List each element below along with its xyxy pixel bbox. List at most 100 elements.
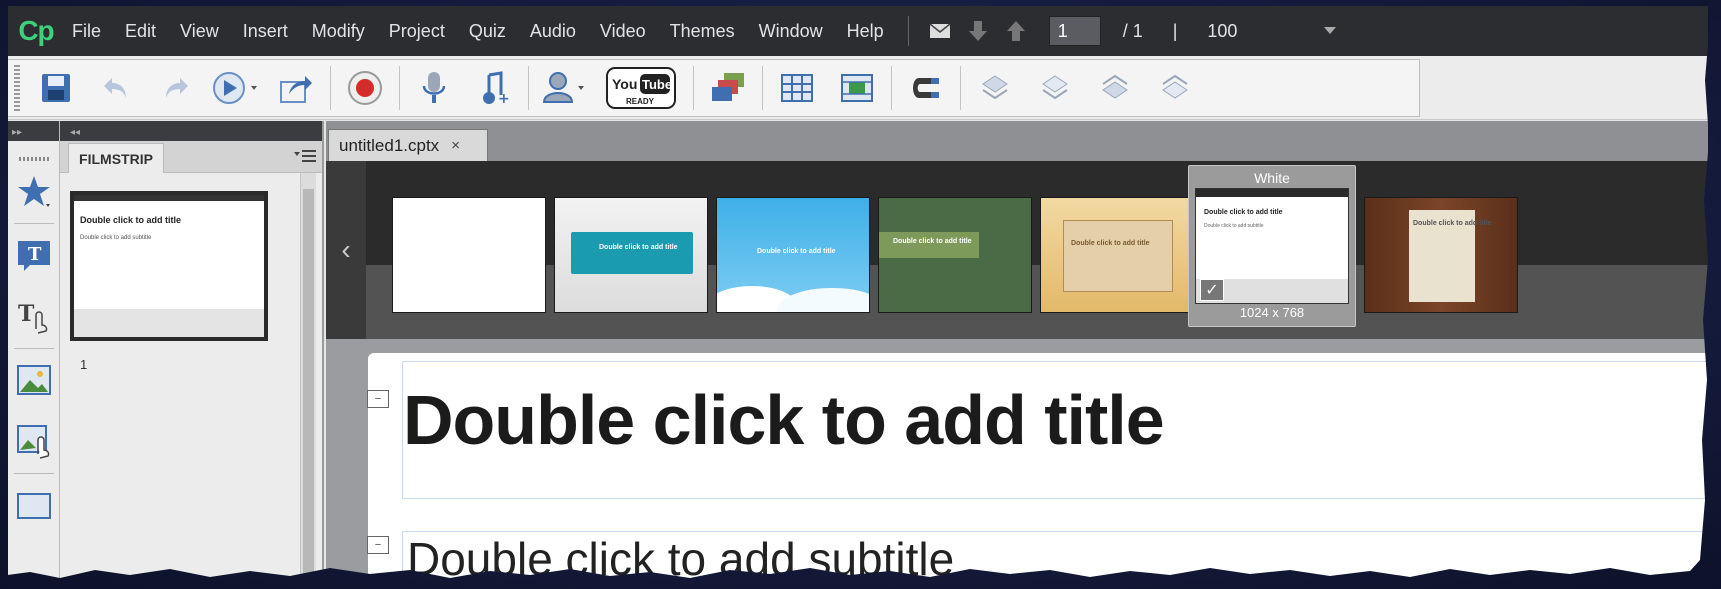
send-to-back-icon[interactable] xyxy=(1145,59,1205,117)
document-tabbar: untitled1.cptx × xyxy=(326,121,1708,161)
panel-header: ▸▸ xyxy=(8,121,59,141)
save-icon[interactable] xyxy=(26,59,86,117)
menu-audio[interactable]: Audio xyxy=(518,6,588,56)
app-logo: Cp xyxy=(18,15,54,46)
bring-forward-icon[interactable] xyxy=(1025,59,1085,117)
redo-icon[interactable] xyxy=(146,59,206,117)
table-icon[interactable] xyxy=(767,59,827,117)
slide-stage[interactable]: − Double click to add title − Double cli… xyxy=(367,353,1708,589)
text-entry-icon[interactable]: T xyxy=(8,286,60,348)
captivate-window: Cp File Edit View Insert Modify Project … xyxy=(8,6,1708,589)
collapse-icon[interactable]: − xyxy=(367,536,389,554)
menu-window[interactable]: Window xyxy=(747,6,835,56)
svg-text:▸▸: ▸▸ xyxy=(12,127,22,138)
theme-sky[interactable]: Double click to add title xyxy=(716,197,870,313)
menu-project[interactable]: Project xyxy=(377,6,457,56)
theme-teal[interactable]: Double click to add title xyxy=(554,197,708,313)
toolbar-separator xyxy=(399,65,400,110)
theme-dimensions: 1024 x 768 xyxy=(1239,305,1305,320)
character-icon[interactable] xyxy=(533,59,593,117)
toolbar-buttons: + You Tube READY xyxy=(8,58,1420,117)
arrow-down-icon[interactable] xyxy=(965,18,991,44)
svg-text:+: + xyxy=(498,91,509,105)
image-icon[interactable] xyxy=(8,349,60,411)
youtube-ready-icon[interactable]: You Tube READY xyxy=(593,59,689,117)
send-backward-icon[interactable] xyxy=(1085,59,1145,117)
menu-help[interactable]: Help xyxy=(835,6,896,56)
svg-text:T: T xyxy=(28,244,42,265)
thumbnail-title: Double click to add title xyxy=(80,215,182,225)
slides-icon[interactable] xyxy=(698,59,758,117)
svg-text:T: T xyxy=(18,301,35,327)
record-icon[interactable] xyxy=(335,59,395,117)
panel-menu-icon[interactable] xyxy=(294,149,316,163)
menu-themes[interactable]: Themes xyxy=(658,6,747,56)
theme-white-selected[interactable]: White Double click to add title Double c… xyxy=(1188,165,1356,327)
magnet-icon[interactable] xyxy=(896,59,956,117)
theme-name: White xyxy=(1254,170,1290,186)
title-text[interactable]: Double click to add title xyxy=(403,380,1165,460)
grid-layout-icon[interactable] xyxy=(827,59,887,117)
filmstrip-tabbar: FILMSTRIP xyxy=(60,141,322,173)
toolbar-separator xyxy=(528,65,529,110)
toolbar-grip[interactable] xyxy=(14,64,20,111)
slide-number: 1 xyxy=(80,357,88,372)
main-toolbar: + You Tube READY xyxy=(8,56,1708,120)
page-number-input[interactable] xyxy=(1048,16,1101,46)
envelope-icon[interactable] xyxy=(927,18,953,44)
star-shape-icon[interactable] xyxy=(8,161,60,223)
theme-blank[interactable] xyxy=(392,197,546,313)
menu-file[interactable]: File xyxy=(60,6,113,56)
menu-bar: Cp File Edit View Insert Modify Project … xyxy=(8,6,1708,56)
toolbar-separator xyxy=(960,65,961,110)
thumbnail-subtitle: Double click to add subtitle xyxy=(80,235,152,241)
preview-play-icon[interactable] xyxy=(206,59,266,117)
panel-header: ◂◂ xyxy=(60,121,322,141)
filmstrip-panel: ◂◂ FILMSTRIP Double click to add title D… xyxy=(60,121,324,589)
svg-text:Tube: Tube xyxy=(642,77,672,92)
page-total: / 1 xyxy=(1122,20,1143,41)
object-toolbar: ▸▸ T T xyxy=(8,121,60,589)
theme-wood[interactable]: Double click to add title xyxy=(1364,197,1518,313)
menu-modify[interactable]: Modify xyxy=(300,6,377,56)
checkmark-icon: ✓ xyxy=(1200,279,1224,301)
close-tab-icon[interactable]: × xyxy=(451,137,460,154)
subtitle-text[interactable]: Double click to add subtitle xyxy=(407,532,954,586)
menu-quiz[interactable]: Quiz xyxy=(457,6,518,56)
arrow-up-icon[interactable] xyxy=(1003,18,1029,44)
publish-icon[interactable] xyxy=(266,59,326,117)
text-caption-icon[interactable]: T xyxy=(8,224,60,286)
undo-icon[interactable] xyxy=(86,59,146,117)
subtitle-placeholder[interactable]: − Double click to add subtitle xyxy=(367,531,1708,589)
menu-video[interactable]: Video xyxy=(588,6,658,56)
media-icon[interactable] xyxy=(8,474,60,536)
stage-area: − Double click to add title − Double cli… xyxy=(326,339,1708,589)
toolbar-separator xyxy=(762,65,763,110)
audio-note-icon[interactable]: + xyxy=(464,59,524,117)
microphone-icon[interactable] xyxy=(404,59,464,117)
bring-to-front-icon[interactable] xyxy=(965,59,1025,117)
theme-green[interactable]: Double click to add title xyxy=(878,197,1032,313)
toolbar-separator xyxy=(330,65,331,110)
slide-thumbnail[interactable]: Double click to add title Double click t… xyxy=(70,191,268,341)
theme-parchment[interactable]: Double click to add title xyxy=(1040,197,1194,313)
zoom-level[interactable]: 100 xyxy=(1207,21,1237,42)
menu-view[interactable]: View xyxy=(168,6,231,56)
svg-text:◂◂: ◂◂ xyxy=(70,127,80,138)
tab-filmstrip[interactable]: FILMSTRIP xyxy=(68,143,164,173)
collapse-icon[interactable]: − xyxy=(367,390,389,408)
menu-insert[interactable]: Insert xyxy=(231,6,300,56)
svg-text:READY: READY xyxy=(626,97,655,106)
svg-text:You: You xyxy=(612,76,637,92)
chevron-left-icon[interactable]: ‹ xyxy=(326,161,366,339)
interactive-image-icon[interactable] xyxy=(8,411,60,473)
tab-untitled1[interactable]: untitled1.cptx × xyxy=(328,129,488,161)
toolbar-separator xyxy=(891,65,892,110)
menu-separator xyxy=(907,16,909,46)
document-tab-label: untitled1.cptx xyxy=(339,135,440,155)
title-placeholder[interactable]: − Double click to add title xyxy=(367,361,1708,499)
menu-edit[interactable]: Edit xyxy=(113,6,168,56)
filmstrip-scrollbar[interactable] xyxy=(300,173,316,589)
toolbar-separator xyxy=(693,65,694,110)
zoom-dropdown-icon[interactable] xyxy=(1317,18,1343,44)
